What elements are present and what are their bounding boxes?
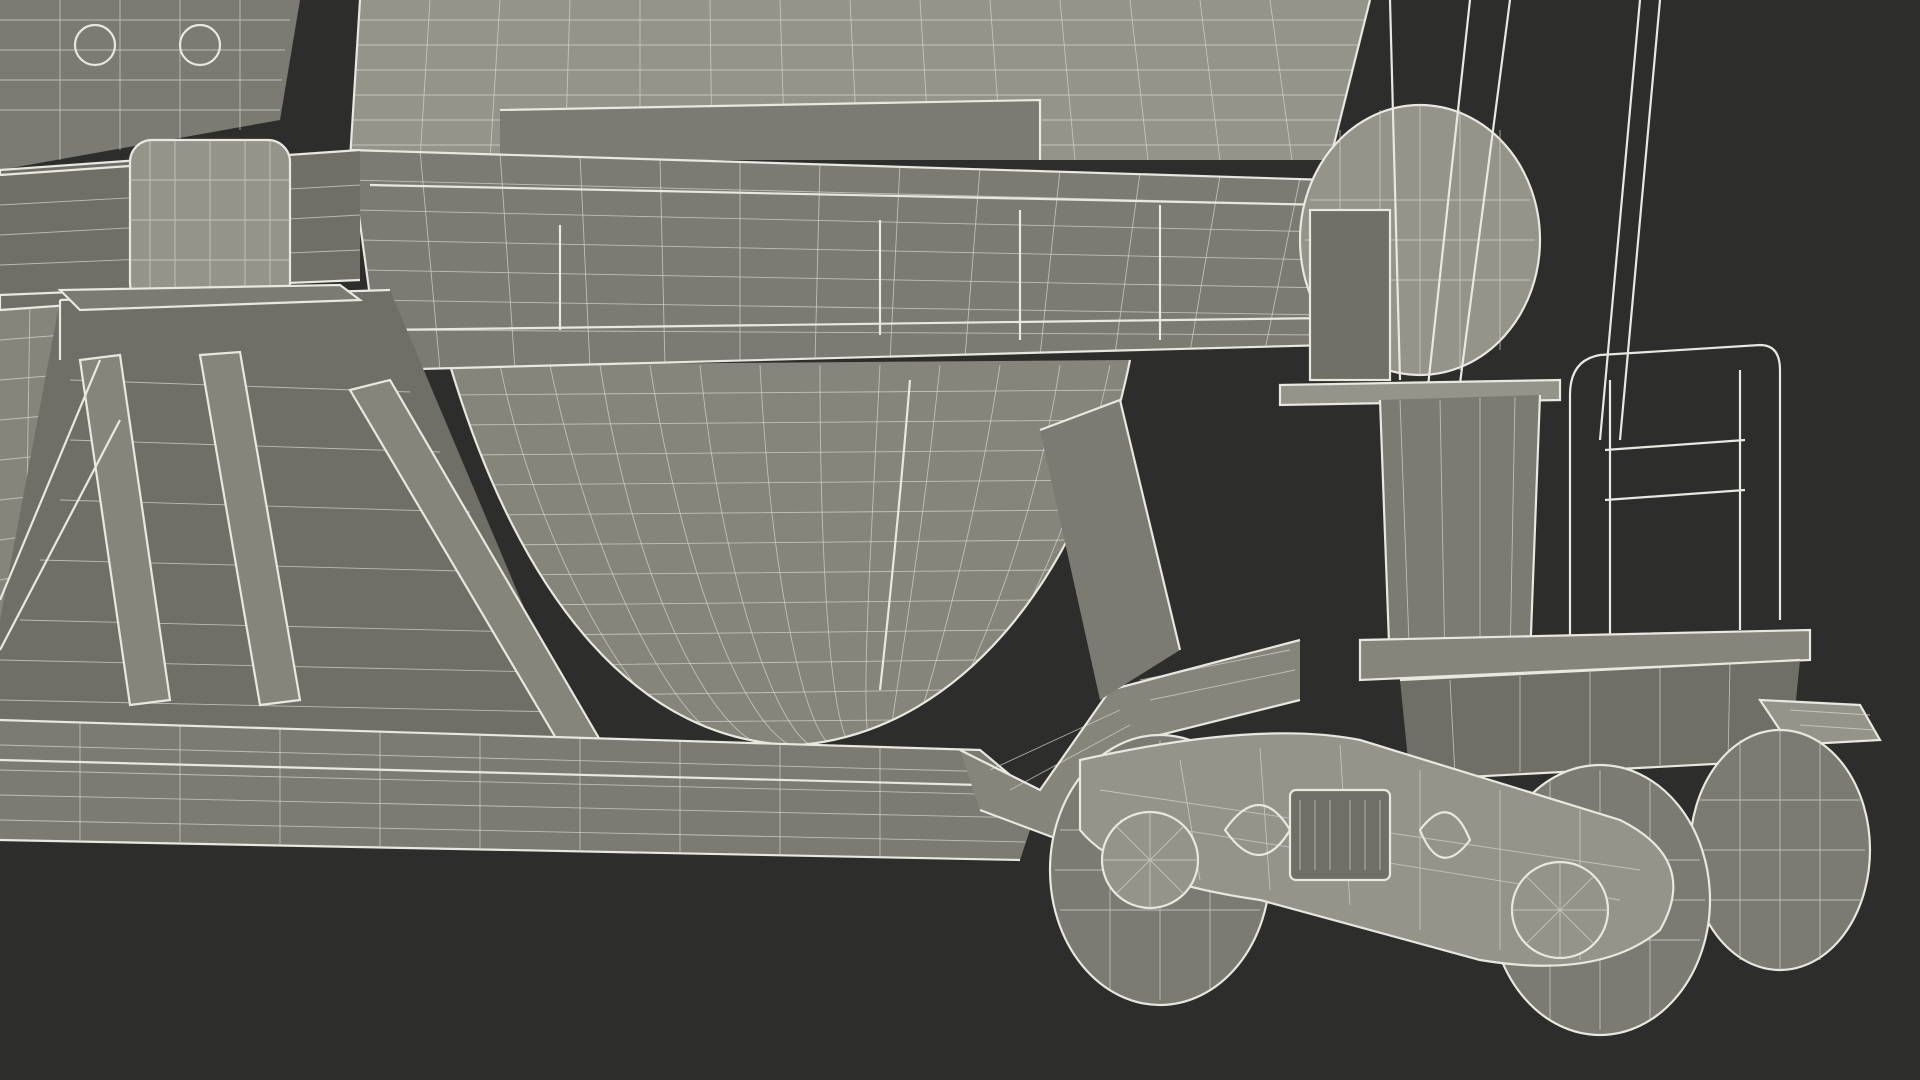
bogie-wheelset: [1048, 728, 1872, 1037]
end-trunnion-hub: [1298, 103, 1542, 382]
wireframe-render: [0, 0, 1882, 1037]
platform-deck: [1278, 378, 1562, 671]
handrail: [1568, 343, 1782, 650]
underframe-beam: [0, 718, 1041, 862]
hopper-ring-band: [348, 148, 1331, 372]
main-hopper-upper: [348, 0, 1372, 161]
trunnion-pipe: [0, 138, 361, 307]
